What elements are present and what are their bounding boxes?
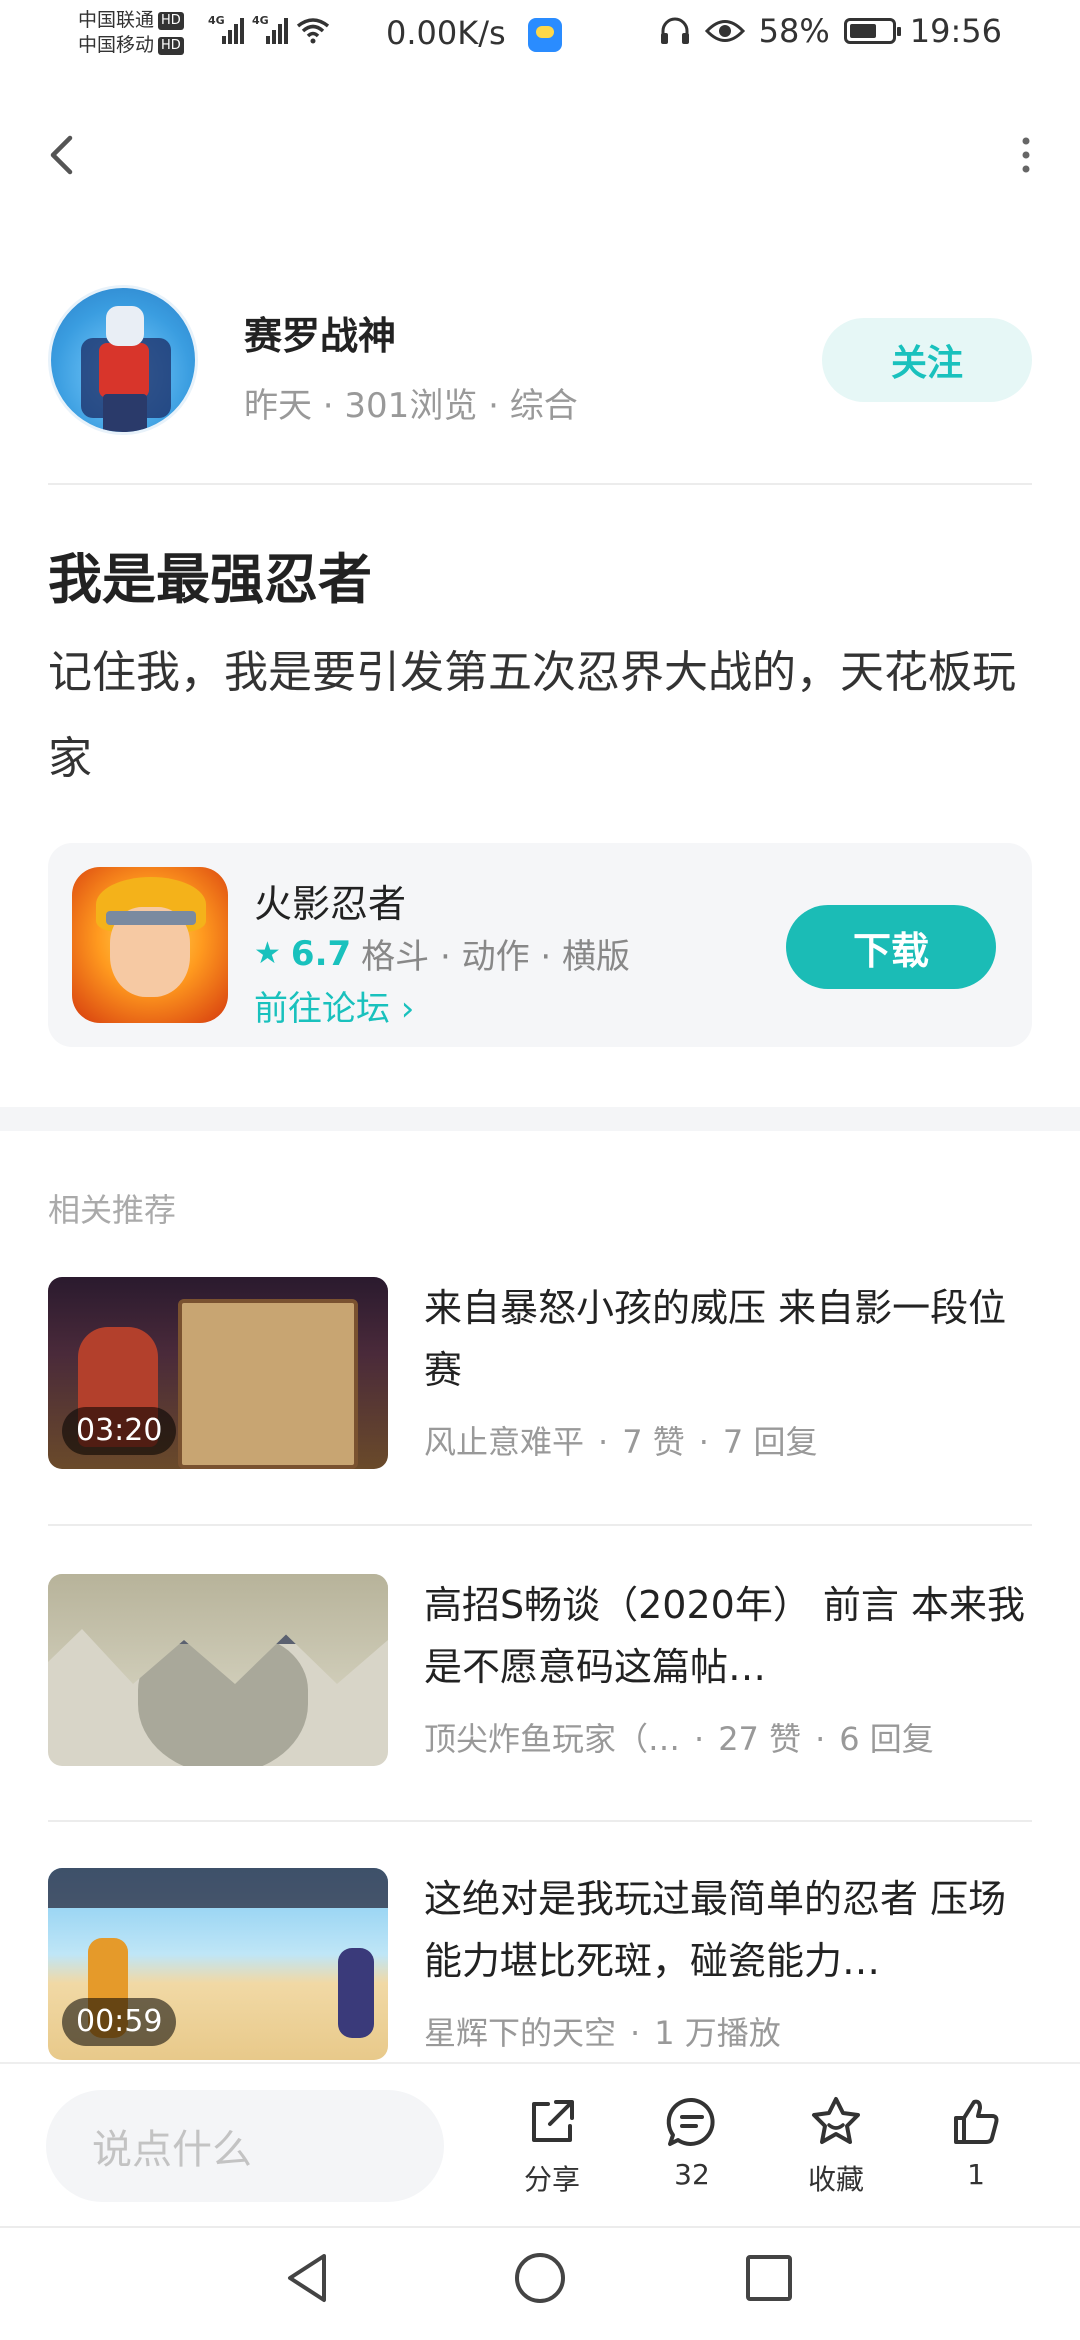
author-avatar[interactable]: [48, 285, 198, 435]
item-title[interactable]: 这绝对是我玩过最简单的忍者 压场能力堪比死斑，碰瓷能力…: [424, 1868, 1034, 1992]
carrier-info: 中国联通 HD 中国移动 HD: [78, 8, 184, 58]
go-to-forum-link[interactable]: 前往论坛 ›: [254, 981, 414, 1030]
item-replies: 6 回复: [839, 1720, 934, 1758]
item-title[interactable]: 高招S畅谈（2020年） 前言 本来我是不愿意码这篇帖…: [424, 1574, 1034, 1698]
back-button[interactable]: [40, 120, 90, 190]
item-plays: 1 万播放: [654, 2014, 781, 2052]
status-bar: 中国联通 HD 中国移动 HD 4G 4G 0.00K/s 58% 19:56: [0, 0, 1080, 75]
item-author: 星辉下的天空: [424, 2014, 617, 2052]
video-duration: 03:20: [62, 1407, 177, 1455]
post-title: 我是最强忍者: [48, 548, 372, 611]
hd-badge: HD: [158, 36, 184, 55]
star-icon: [812, 2097, 860, 2144]
status-right: 58% 19:56: [659, 12, 1002, 50]
headphones-icon: [660, 17, 689, 44]
comments-button[interactable]: 32: [642, 2094, 742, 2204]
game-icon[interactable]: [72, 867, 228, 1023]
wifi-icon: [296, 18, 330, 44]
comment-input[interactable]: 说点什么: [46, 2090, 444, 2202]
list-item[interactable]: 03:20 来自暴怒小孩的威压 来自影一段位赛 风止意难平 · 7 赞 · 7 回复: [48, 1277, 1032, 1473]
share-button[interactable]: 分享: [502, 2094, 602, 2204]
more-vertical-icon: [1022, 137, 1030, 173]
bottom-action-bar: 说点什么 分享 32 收藏 1: [0, 2062, 1080, 2224]
item-likes: 7 赞: [622, 1423, 685, 1461]
video-thumbnail[interactable]: 03:20: [48, 1277, 388, 1469]
nav-home-icon[interactable]: [512, 2250, 568, 2306]
list-item[interactable]: 高招S畅谈（2020年） 前言 本来我是不愿意码这篇帖… 顶尖炸鱼玩家（… · 27…: [48, 1574, 1032, 1770]
divider: [48, 1820, 1032, 1822]
download-button[interactable]: 下载: [786, 905, 996, 989]
item-meta: 星辉下的天空 · 1 万播放: [424, 2014, 781, 2052]
share-label: 分享: [523, 2163, 580, 2196]
weather-app-icon: [528, 18, 562, 52]
favorite-button[interactable]: 收藏: [786, 2094, 886, 2204]
more-options-button[interactable]: [1016, 130, 1036, 180]
signal-icons: 4G 4G: [208, 14, 330, 44]
game-meta: ★ 6.7 格斗 · 动作 · 横版: [254, 929, 630, 978]
like-button[interactable]: 1: [926, 2094, 1026, 2204]
divider: [48, 1524, 1032, 1526]
nav-recents-icon[interactable]: [744, 2250, 794, 2306]
system-navigation-bar: [0, 2226, 1080, 2340]
post-body: 记住我，我是要引发第五次忍界大战的，天花板玩家: [48, 647, 1016, 784]
list-item[interactable]: 00:59 这绝对是我玩过最简单的忍者 压场能力堪比死斑，碰瓷能力… 星辉下的天…: [48, 1868, 1032, 2064]
signal-icon: 4G: [252, 14, 288, 44]
star-icon: ★: [254, 936, 281, 971]
game-name[interactable]: 火影忍者: [254, 873, 406, 928]
battery-percent: 58%: [758, 12, 830, 50]
carrier-2: 中国移动: [78, 34, 155, 56]
item-meta: 风止意难平 · 7 赞 · 7 回复: [424, 1423, 818, 1461]
eye-icon: [704, 20, 745, 42]
network-speed: 0.00K/s: [386, 14, 506, 52]
comment-bubble-icon: [666, 2097, 715, 2146]
game-rating: 6.7: [290, 933, 352, 974]
item-replies: 7 回复: [722, 1423, 818, 1461]
video-duration: 00:59: [62, 1998, 177, 2046]
post-thumbnail[interactable]: [48, 1574, 388, 1766]
item-author: 顶尖炸鱼玩家（…: [424, 1720, 681, 1758]
favorite-label: 收藏: [807, 2163, 864, 2196]
item-meta: 顶尖炸鱼玩家（… · 27 赞 · 6 回复: [424, 1720, 934, 1758]
game-card[interactable]: 火影忍者 ★ 6.7 格斗 · 动作 · 横版 前往论坛 › 下载: [48, 843, 1032, 1047]
item-likes: 27 赞: [718, 1720, 802, 1758]
post-meta: 昨天 · 301浏览 · 综合: [244, 386, 578, 426]
item-author: 风止意难平: [424, 1423, 585, 1461]
item-title[interactable]: 来自暴怒小孩的威压 来自影一段位赛: [424, 1277, 1034, 1401]
divider: [48, 483, 1032, 485]
game-tags: 格斗 · 动作 · 横版: [361, 937, 630, 977]
signal-icon: 4G: [208, 14, 244, 44]
share-icon: [532, 2100, 574, 2142]
comments-count: 32: [674, 2158, 710, 2191]
author-name[interactable]: 赛罗战神: [244, 305, 396, 360]
hd-badge: HD: [158, 11, 184, 30]
follow-button[interactable]: 关注: [822, 318, 1032, 402]
battery-icon: [843, 18, 901, 44]
carrier-1: 中国联通: [78, 9, 155, 31]
nav-back-icon[interactable]: [282, 2250, 332, 2306]
video-thumbnail[interactable]: 00:59: [48, 1868, 388, 2060]
related-section-label: 相关推荐: [48, 1191, 177, 1229]
clock: 19:56: [909, 12, 1002, 50]
chevron-left-icon: [50, 135, 73, 175]
section-separator: [0, 1107, 1080, 1131]
likes-count: 1: [967, 2158, 985, 2191]
thumbs-up-icon: [954, 2099, 999, 2144]
